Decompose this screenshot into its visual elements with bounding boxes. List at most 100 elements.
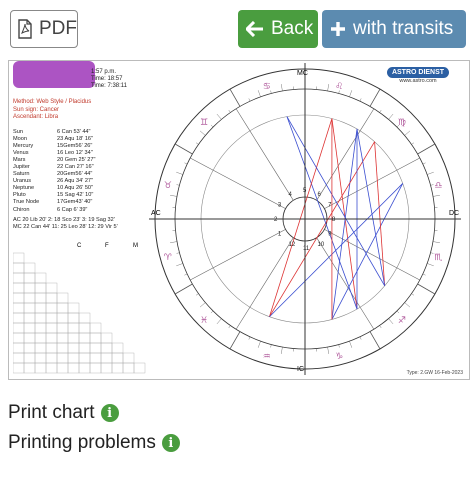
zodiac-tick [422, 162, 426, 165]
zodiac-tick [210, 310, 214, 314]
house-number: 10 [318, 242, 325, 248]
aspect-grid-cell [45, 332, 58, 344]
planet-row: Venus 16 Leo 12' 34" [13, 150, 101, 157]
pdf-label: PDF [39, 18, 77, 39]
zodiac-tick [388, 113, 394, 120]
with-transits-button[interactable]: with transits [322, 10, 466, 48]
zodiac-tick [270, 344, 272, 348]
planet-name: Saturn [13, 171, 30, 178]
planet-position: 17Gem43' 40" [57, 199, 93, 206]
zodiac-sign-glyph: ♏ [434, 253, 442, 263]
aspect-grid-cell [100, 362, 113, 374]
zodiac-tick [199, 130, 206, 136]
aspect-grid-cell [89, 332, 102, 344]
zodiac-sign-glyph: ♒ [263, 352, 271, 362]
zodiac-tick [210, 124, 214, 128]
aspect-grid-cell [13, 322, 25, 334]
zodiac-tick [174, 283, 193, 295]
planet-position: 6 Cap 6' 39" [57, 206, 88, 213]
grid-header-c: C [77, 243, 82, 249]
aspect-grid-cell [23, 292, 36, 304]
aspect-grid-cell [56, 312, 69, 324]
aspect-line [286, 116, 358, 310]
printing-problems-label: Printing problems [8, 432, 156, 453]
house-number: 6 [318, 192, 322, 198]
planet-name: Pluto [13, 192, 26, 199]
aspect-grid-cell [23, 282, 36, 294]
info-icon[interactable]: i [100, 404, 119, 422]
house-number: 11 [303, 246, 310, 252]
planet-position: 22 Can 27' 16" [57, 164, 94, 171]
aspect-grid-cell [23, 272, 36, 284]
zodiac-tick [404, 302, 411, 308]
aspect-grid-cell [34, 292, 47, 304]
aspect-grid-cell [13, 362, 25, 374]
dc-label: DC [449, 210, 459, 217]
aspect-grid-cell [67, 302, 80, 314]
aspect-grid-cell [89, 322, 102, 334]
zodiac-tick [195, 293, 199, 296]
planet-name: Sun [13, 129, 23, 135]
planet-row: Mars 20 Gem 25' 27" [13, 157, 101, 164]
zodiac-tick [228, 325, 231, 329]
aspect-grid-cell [67, 352, 80, 364]
planet-position: 10 Aqu 26' 50" [57, 185, 94, 192]
zodiac-tick [359, 336, 362, 340]
aspect-grid-cell [133, 362, 146, 374]
house-number: 5 [303, 188, 307, 194]
print-chart-link[interactable]: Print chart i [8, 402, 119, 424]
aspect-grid-cell [89, 362, 102, 374]
aspect-grid-cell [34, 342, 47, 354]
with-transits-label: with transits [353, 18, 454, 39]
aspect-line [374, 141, 386, 286]
zodiac-sign-glyph: ♐ [398, 316, 406, 326]
planet-position: 20Gem56' 44" [57, 171, 93, 178]
aspect-grid-cell [45, 342, 58, 354]
zodiac-tick [216, 113, 222, 120]
house-number: 3 [278, 203, 282, 209]
aspect-grid-cell [23, 322, 36, 334]
printing-problems-link[interactable]: Printing problems i [8, 432, 180, 454]
house-number: 1 [278, 232, 282, 238]
ac-label: AC [151, 210, 161, 217]
house-number: 4 [289, 192, 293, 198]
aspect-grid-cell [78, 362, 91, 374]
zodiac-tick [281, 346, 283, 354]
pdf-button[interactable]: PDF [10, 10, 78, 48]
aspect-grid-cell [67, 342, 80, 354]
aspect-grid-cell [56, 352, 69, 364]
info-icon[interactable]: i [161, 434, 180, 452]
house-number: 2 [274, 217, 278, 223]
houses-line-1: AC 20 Lib 20' 2: 18 Sco 23' 3: 19 Sag 32… [13, 217, 115, 223]
zodiac-tick [170, 241, 178, 243]
astrodienst-logo: ASTRO DIENST www.astro.com [387, 67, 449, 84]
aspect-line [269, 118, 333, 317]
zodiac-tick [427, 171, 434, 175]
zodiac-sign-glyph: ♎ [434, 181, 442, 191]
aspect-grid-cell [56, 332, 69, 344]
zodiac-tick [404, 130, 411, 136]
aspect-grid-cell [23, 362, 36, 374]
aspect-grid-cell [45, 302, 58, 314]
aspect-grid-cell [23, 262, 36, 274]
zodiac-sign-glyph: ♊ [200, 118, 208, 128]
aspect-grid-cell [34, 362, 47, 374]
zodiac-tick [228, 109, 231, 113]
zodiac-tick [411, 142, 415, 145]
zodiac-tick [176, 171, 183, 175]
aspect-grid-cell [23, 302, 36, 314]
back-button[interactable]: Back [238, 10, 318, 48]
aspect-grid-cell [45, 312, 58, 324]
time-info: 1:57 p.m. Time: 18:57 Time: 7:38:11 [91, 69, 127, 90]
zodiac-tick [379, 325, 382, 329]
zodiac-sign-glyph: ♉ [164, 181, 172, 191]
aspect-grid-cell [34, 302, 47, 314]
zodiac-tick [417, 283, 436, 295]
zodiac-tick [432, 241, 440, 243]
planet-row: Saturn 20Gem56' 44" [13, 171, 101, 178]
planet-name: Chiron [13, 206, 30, 213]
aspect-grid-cell [78, 352, 91, 364]
planet-position: 15 Sag 42' 10" [57, 192, 94, 199]
planet-position: 26 Aqu 34' 27" [57, 178, 94, 185]
aspect-grid-cell [67, 332, 80, 344]
